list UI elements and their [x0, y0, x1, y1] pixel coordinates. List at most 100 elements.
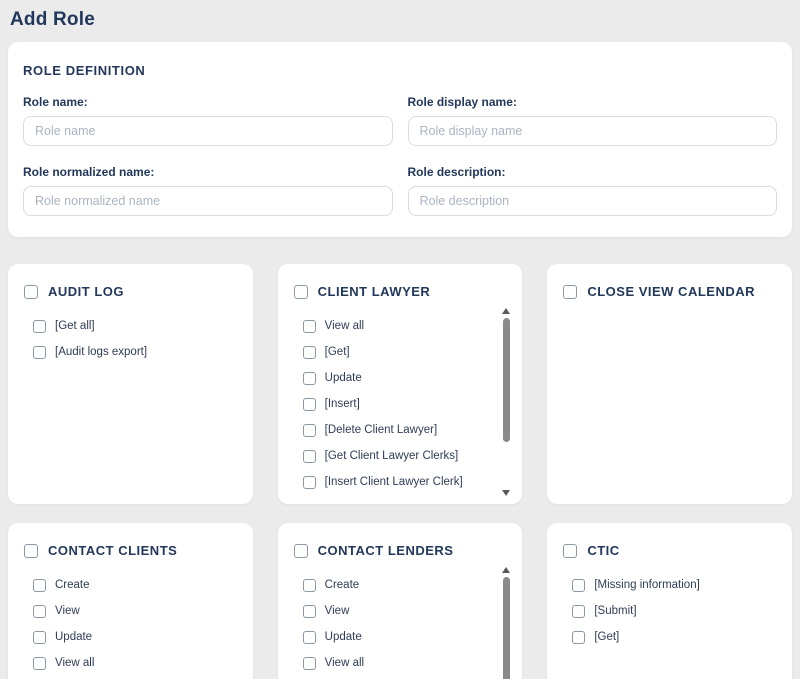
permission-checkbox[interactable]	[303, 424, 316, 437]
permission-checkbox[interactable]	[33, 657, 46, 670]
permission-item: View all	[303, 313, 481, 339]
card-select-all-checkbox[interactable]	[294, 285, 308, 299]
permission-label: View all	[55, 657, 94, 669]
card-select-all-checkbox[interactable]	[294, 544, 308, 558]
permission-item: View	[33, 598, 237, 624]
permission-card-ctic: CTIC [Missing information] [Submit] [Get…	[547, 523, 792, 679]
permission-item: [Get Client Lawyer Clerks]	[303, 443, 481, 469]
scroll-up-arrow-icon[interactable]	[502, 308, 510, 314]
role-display-name-input[interactable]	[408, 116, 778, 146]
permission-card-header: CONTACT LENDERS	[294, 537, 507, 558]
scrollbar-thumb[interactable]	[503, 318, 510, 442]
permission-checkbox[interactable]	[303, 476, 316, 489]
permission-label: View	[325, 605, 350, 617]
permission-label: View all	[325, 657, 364, 669]
permission-checkbox[interactable]	[33, 631, 46, 644]
permission-label: [Insert Client Lawyer Clerk]	[325, 476, 463, 488]
permission-label: [Get]	[325, 346, 350, 358]
scrollbar[interactable]	[500, 567, 512, 679]
permission-card-header: CLIENT LAWYER	[294, 278, 507, 299]
permission-item: Create	[33, 572, 237, 598]
permission-checkbox[interactable]	[303, 346, 316, 359]
permission-label: Update	[325, 631, 362, 643]
permission-card-title: CLIENT LAWYER	[318, 284, 431, 299]
form-field: Role name:	[23, 95, 393, 146]
permission-card-title: AUDIT LOG	[48, 284, 124, 299]
permission-checkbox[interactable]	[303, 579, 316, 592]
permission-card-header: CONTACT CLIENTS	[24, 537, 237, 558]
permission-checkbox[interactable]	[572, 631, 585, 644]
permission-checkbox[interactable]	[303, 320, 316, 333]
permission-label: [Insert]	[325, 398, 360, 410]
scrollbar-thumb[interactable]	[503, 577, 510, 679]
permission-item: [Insert]	[303, 391, 481, 417]
role-description-input[interactable]	[408, 186, 778, 216]
permission-item: [Submit]	[572, 598, 776, 624]
card-select-all-checkbox[interactable]	[24, 544, 38, 558]
role-definition-card: ROLE DEFINITION Role name: Role display …	[8, 42, 792, 237]
card-select-all-checkbox[interactable]	[563, 544, 577, 558]
permission-item: Update	[303, 365, 481, 391]
permission-checkbox[interactable]	[33, 605, 46, 618]
permission-item: [Get]	[303, 339, 481, 365]
card-select-all-checkbox[interactable]	[24, 285, 38, 299]
permission-item: [Missing information]	[572, 572, 776, 598]
permission-item: [Audit logs export]	[33, 339, 237, 365]
permission-item: Update	[33, 624, 237, 650]
permission-card-close-view-calendar: CLOSE VIEW CALENDAR	[547, 264, 792, 504]
scroll-up-arrow-icon[interactable]	[502, 567, 510, 573]
card-select-all-checkbox[interactable]	[563, 285, 577, 299]
permission-label: [Delete Client Lawyer]	[325, 424, 438, 436]
permission-checkbox[interactable]	[303, 398, 316, 411]
permission-item: [Get all]	[33, 313, 237, 339]
permission-card-audit-log: AUDIT LOG [Get all] [Audit logs export]	[8, 264, 253, 504]
permission-item: Create	[303, 572, 481, 598]
form-field: Role description:	[408, 165, 778, 216]
role-normalized-name-input[interactable]	[23, 186, 393, 216]
permission-label: View all	[325, 320, 364, 332]
permission-checkbox[interactable]	[303, 631, 316, 644]
permission-checkbox[interactable]	[33, 320, 46, 333]
permission-checkbox[interactable]	[303, 657, 316, 670]
permission-list: Create View Update View all [All Clients…	[24, 572, 237, 679]
permission-checkbox[interactable]	[303, 605, 316, 618]
permission-label: [Get all]	[55, 320, 95, 332]
permission-list: Create View Update View all [View All Br…	[294, 572, 507, 679]
role-definition-title: ROLE DEFINITION	[23, 57, 777, 78]
permission-item: View	[303, 598, 481, 624]
permission-item: View all	[33, 650, 237, 676]
permission-label: Update	[55, 631, 92, 643]
add-role-page: Add Role ROLE DEFINITION Role name: Role…	[0, 0, 800, 679]
permission-list: View all [Get] Update [Insert] [Delete C…	[294, 313, 507, 495]
role-definition-fields: Role name: Role display name: Role norma…	[23, 95, 777, 216]
permission-checkbox[interactable]	[33, 579, 46, 592]
permission-label: View	[55, 605, 80, 617]
permission-label: Create	[325, 579, 360, 591]
permission-checkbox[interactable]	[572, 605, 585, 618]
permission-checkbox[interactable]	[33, 346, 46, 359]
permission-item: Update	[303, 624, 481, 650]
field-label: Role name:	[23, 95, 393, 109]
permission-card-title: CTIC	[587, 543, 619, 558]
permission-checkbox[interactable]	[303, 450, 316, 463]
permission-card-client-lawyer: CLIENT LAWYER View all [Get] Update [Ins…	[278, 264, 523, 504]
permission-label: Create	[55, 579, 90, 591]
form-field: Role display name:	[408, 95, 778, 146]
permission-item: [Get]	[572, 624, 776, 650]
permission-card-title: CONTACT CLIENTS	[48, 543, 177, 558]
role-name-input[interactable]	[23, 116, 393, 146]
permission-cards-grid: AUDIT LOG [Get all] [Audit logs export] …	[8, 264, 792, 679]
scrollbar[interactable]	[500, 308, 512, 496]
permission-checkbox[interactable]	[572, 579, 585, 592]
permission-checkbox[interactable]	[303, 372, 316, 385]
permission-label: [Missing information]	[594, 579, 699, 591]
permission-label: [Get Client Lawyer Clerks]	[325, 450, 459, 462]
permission-card-header: CLOSE VIEW CALENDAR	[563, 278, 776, 299]
scroll-down-arrow-icon[interactable]	[502, 490, 510, 496]
permission-card-header: AUDIT LOG	[24, 278, 237, 299]
form-field: Role normalized name:	[23, 165, 393, 216]
permission-item: [Insert Client Lawyer Clerk]	[303, 469, 481, 495]
permission-list: [Get all] [Audit logs export]	[24, 313, 237, 365]
permission-list: [Missing information] [Submit] [Get]	[563, 572, 776, 650]
permission-label: Update	[325, 372, 362, 384]
